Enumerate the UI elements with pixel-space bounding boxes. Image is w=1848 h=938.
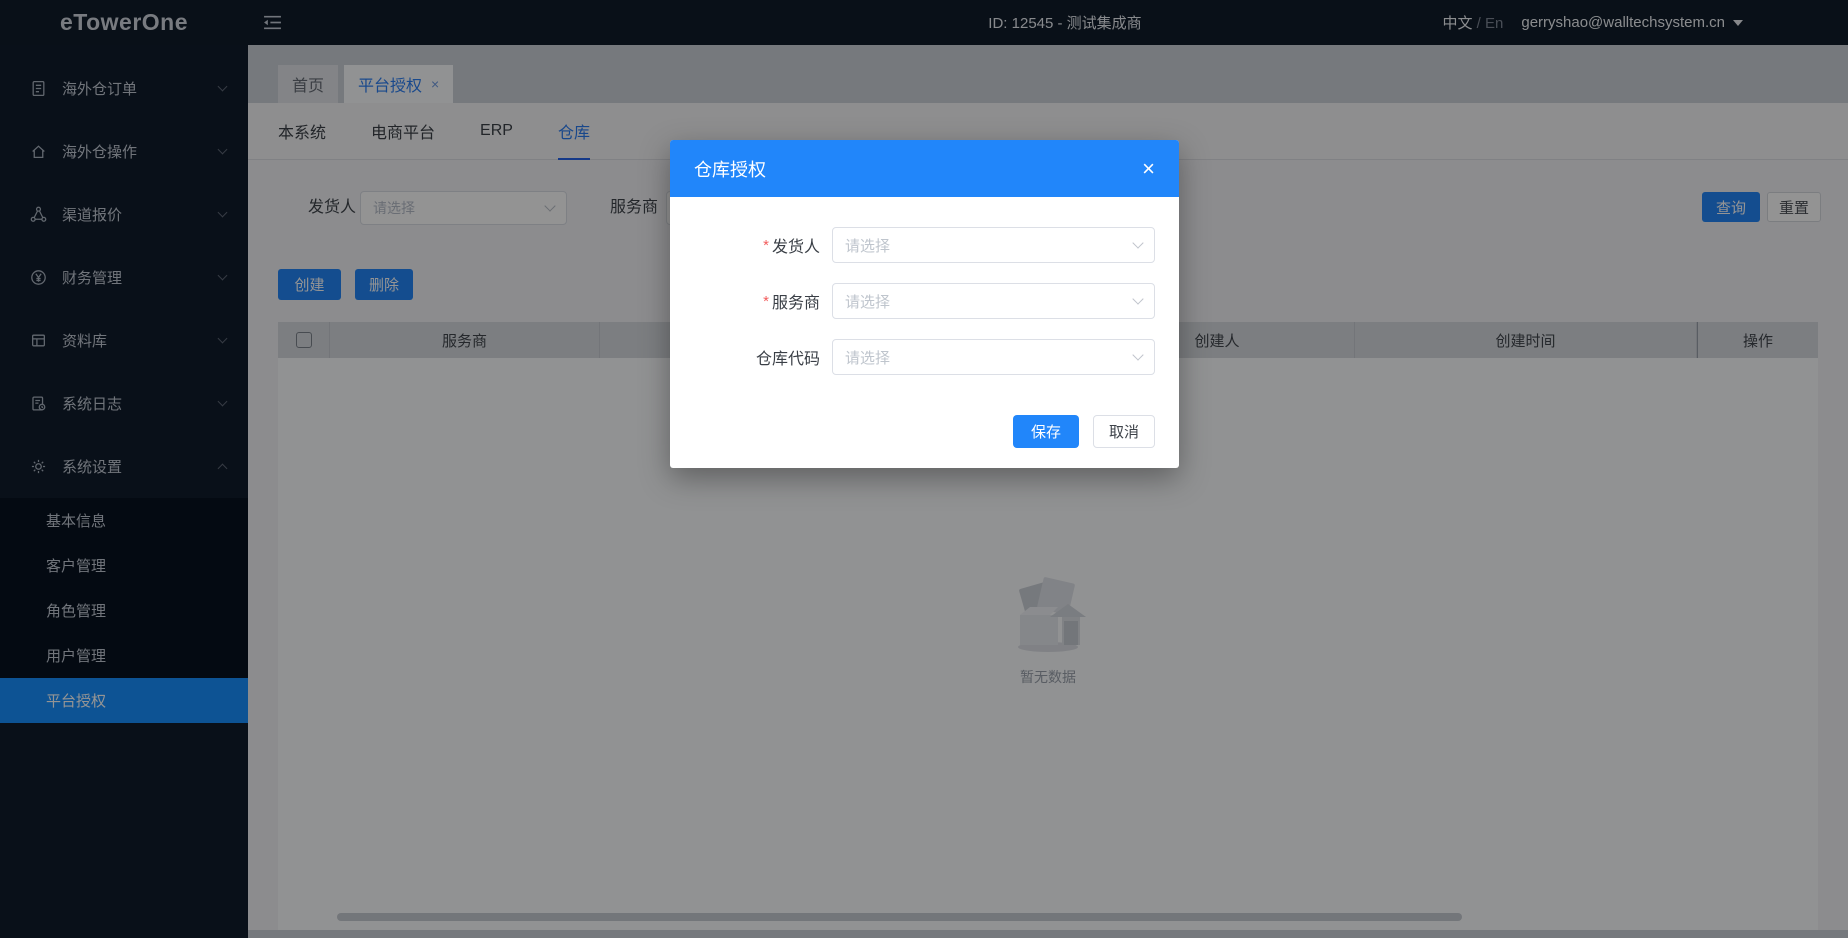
- select-placeholder: 请选择: [845, 349, 891, 367]
- save-button[interactable]: 保存: [1013, 415, 1079, 448]
- shipper-select[interactable]: 请选择: [832, 227, 1155, 263]
- form-row-shipper: * 发货人 请选择: [670, 227, 1155, 263]
- provider-field-label: * 服务商: [670, 289, 820, 313]
- required-asterisk: *: [763, 292, 769, 310]
- select-placeholder: 请选择: [845, 293, 891, 311]
- required-asterisk: *: [763, 236, 769, 254]
- chevron-down-icon: [1132, 293, 1144, 305]
- chevron-down-icon: [1132, 237, 1144, 249]
- modal-body: * 发货人 请选择 * 服务商 请选择 仓库代码 请选择: [670, 197, 1179, 375]
- field-label-text: 发货人: [771, 239, 820, 256]
- cancel-button[interactable]: 取消: [1093, 415, 1155, 448]
- select-placeholder: 请选择: [845, 237, 891, 255]
- field-label-text: 仓库代码: [755, 351, 820, 368]
- chevron-down-icon: [1132, 349, 1144, 361]
- modal-title: 仓库授权: [694, 159, 766, 180]
- shipper-field-label: * 发货人: [670, 233, 820, 257]
- close-icon[interactable]: ×: [1142, 157, 1155, 180]
- warehouse-auth-modal: 仓库授权 × * 发货人 请选择 * 服务商 请选择 仓库代码 请选择 保存 取…: [670, 140, 1179, 468]
- modal-header: 仓库授权 ×: [670, 140, 1179, 197]
- form-row-warehouse-code: 仓库代码 请选择: [670, 339, 1155, 375]
- provider-select[interactable]: 请选择: [832, 283, 1155, 319]
- field-label-text: 服务商: [771, 295, 820, 312]
- warehouse-code-select[interactable]: 请选择: [832, 339, 1155, 375]
- modal-footer: 保存 取消: [1013, 415, 1155, 448]
- warehouse-code-field-label: 仓库代码: [670, 345, 820, 369]
- form-row-provider: * 服务商 请选择: [670, 283, 1155, 319]
